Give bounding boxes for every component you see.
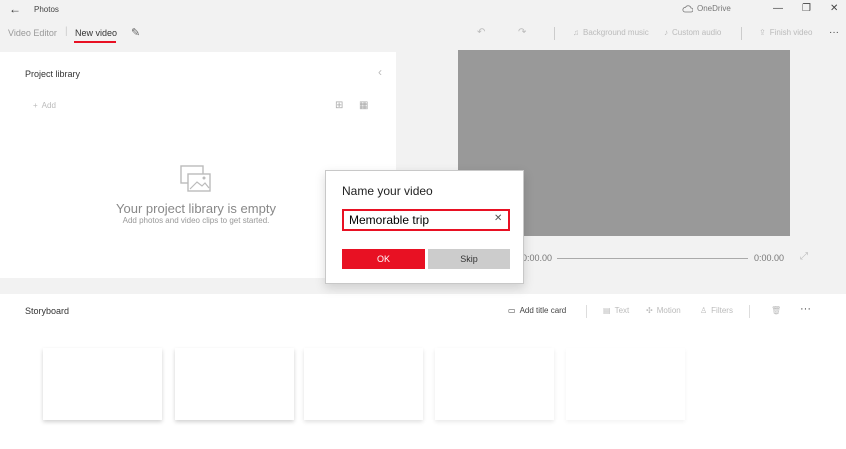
custom-audio-label: Custom audio xyxy=(672,28,722,37)
onedrive-label: OneDrive xyxy=(697,4,731,13)
filters-label: Filters xyxy=(711,306,733,315)
breadcrumb-new-video[interactable]: New video xyxy=(75,28,117,38)
current-time: 0:00.00 xyxy=(522,253,553,263)
breadcrumb-separator: | xyxy=(65,26,68,37)
title-bar: ← Photos OneDrive — ❐ ✕ xyxy=(0,0,846,20)
redo-icon[interactable]: ↷ xyxy=(518,27,526,38)
small-grid-view-icon[interactable]: ▦ xyxy=(359,100,368,111)
text-button[interactable]: ▤ Text xyxy=(603,306,629,315)
background-music-button[interactable]: ♫ Background music xyxy=(573,28,649,37)
audio-icon: ♪ xyxy=(664,28,668,37)
storyboard-divider xyxy=(586,305,587,318)
restore-button[interactable]: ❐ xyxy=(802,3,811,14)
more-options-icon[interactable]: ··· xyxy=(829,27,839,38)
collapse-chevron-icon[interactable]: ‹ xyxy=(378,65,382,79)
storyboard-divider xyxy=(749,305,750,318)
add-label: Add xyxy=(41,101,56,110)
onedrive-status[interactable]: OneDrive xyxy=(682,4,731,13)
storyboard-slot xyxy=(304,348,423,420)
motion-icon: ✣ xyxy=(646,306,653,315)
delete-trash-icon[interactable]: 🗑 xyxy=(771,306,781,315)
name-video-dialog: Name your video ✕ OK Skip xyxy=(325,170,524,284)
back-arrow-icon[interactable]: ← xyxy=(9,2,21,16)
command-divider xyxy=(741,27,742,40)
app-title: Photos xyxy=(34,5,59,14)
cloud-icon xyxy=(682,4,693,12)
filters-button[interactable]: ♙ Filters xyxy=(700,306,733,315)
ok-button[interactable]: OK xyxy=(342,249,425,269)
storyboard-slot xyxy=(175,348,294,420)
finish-video-label: Finish video xyxy=(769,28,813,37)
large-grid-view-icon[interactable]: ⊞ xyxy=(335,100,343,111)
music-note-icon: ♫ xyxy=(573,28,579,37)
text-label: Text xyxy=(614,306,630,315)
add-title-card-label: Add title card xyxy=(519,306,567,315)
filters-icon: ♙ xyxy=(700,306,708,315)
storyboard-slot xyxy=(566,348,685,420)
text-icon: ▤ xyxy=(603,306,611,315)
video-name-input[interactable] xyxy=(342,209,510,231)
storyboard-slot xyxy=(435,348,554,420)
project-library-title: Project library xyxy=(25,69,81,79)
custom-audio-button[interactable]: ♪ Custom audio xyxy=(664,28,721,37)
motion-button[interactable]: ✣ Motion xyxy=(646,306,681,315)
finish-video-button[interactable]: ⇪ Finish video xyxy=(759,28,812,37)
close-button[interactable]: ✕ xyxy=(830,3,838,14)
photos-placeholder-icon xyxy=(180,165,211,192)
undo-icon[interactable]: ↶ xyxy=(477,27,485,38)
active-crumb-underline xyxy=(74,41,116,43)
background-music-label: Background music xyxy=(583,28,649,37)
clear-input-icon[interactable]: ✕ xyxy=(494,213,502,224)
plus-icon: + xyxy=(33,101,38,110)
skip-button[interactable]: Skip xyxy=(428,249,510,269)
minimize-button[interactable]: — xyxy=(773,3,783,14)
dialog-title: Name your video xyxy=(342,184,433,198)
storyboard-title: Storyboard xyxy=(25,306,70,316)
storyboard-panel: Storyboard ▭ Add title card ▤ Text ✣ Mot… xyxy=(0,294,846,449)
add-media-button[interactable]: + Add xyxy=(33,101,56,110)
export-icon: ⇪ xyxy=(759,28,766,37)
storyboard-slot xyxy=(43,348,162,420)
breadcrumb-video-editor[interactable]: Video Editor xyxy=(8,28,57,38)
title-card-icon: ▭ xyxy=(508,306,516,315)
playback-scrubber[interactable] xyxy=(557,258,748,259)
storyboard-more-icon[interactable]: ··· xyxy=(800,303,811,315)
total-time: 0:00.00 xyxy=(754,253,785,263)
motion-label: Motion xyxy=(656,306,681,315)
fullscreen-expand-icon[interactable]: ⤢ xyxy=(800,251,808,262)
command-bar: Video Editor | New video ✎ ↶ ↷ ♫ Backgro… xyxy=(0,22,846,44)
command-divider xyxy=(554,27,555,40)
add-title-card-button[interactable]: ▭ Add title card xyxy=(508,306,566,315)
pencil-icon[interactable]: ✎ xyxy=(131,26,140,39)
